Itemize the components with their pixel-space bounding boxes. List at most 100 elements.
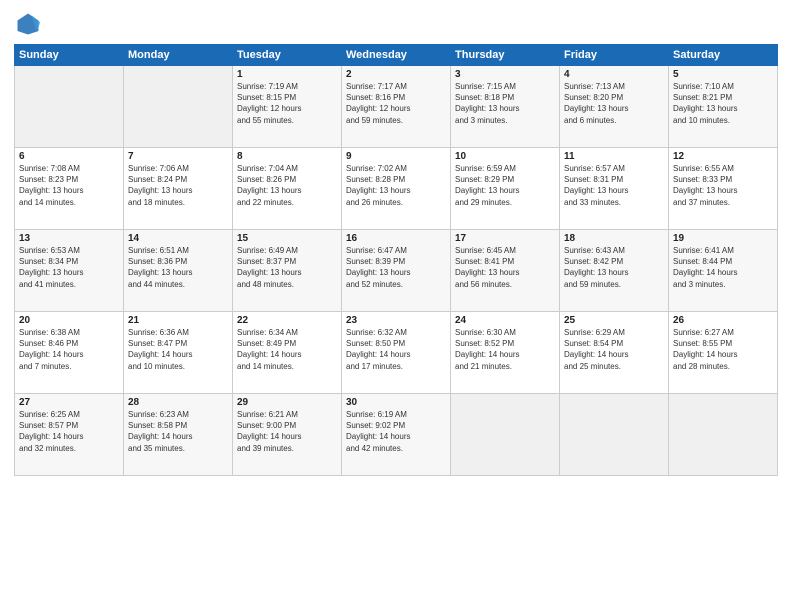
day-info: Sunrise: 6:23 AM Sunset: 8:58 PM Dayligh… xyxy=(128,409,228,454)
day-info: Sunrise: 6:57 AM Sunset: 8:31 PM Dayligh… xyxy=(564,163,664,208)
day-number: 18 xyxy=(564,233,664,244)
day-info: Sunrise: 6:27 AM Sunset: 8:55 PM Dayligh… xyxy=(673,327,773,372)
day-number: 15 xyxy=(237,233,337,244)
day-number: 5 xyxy=(673,69,773,80)
weekday-header-sunday: Sunday xyxy=(15,45,124,66)
day-number: 7 xyxy=(128,151,228,162)
day-number: 14 xyxy=(128,233,228,244)
day-number: 16 xyxy=(346,233,446,244)
calendar-cell: 16Sunrise: 6:47 AM Sunset: 8:39 PM Dayli… xyxy=(342,230,451,312)
calendar-cell: 8Sunrise: 7:04 AM Sunset: 8:26 PM Daylig… xyxy=(233,148,342,230)
day-info: Sunrise: 6:29 AM Sunset: 8:54 PM Dayligh… xyxy=(564,327,664,372)
weekday-header-row: SundayMondayTuesdayWednesdayThursdayFrid… xyxy=(15,45,778,66)
day-info: Sunrise: 7:10 AM Sunset: 8:21 PM Dayligh… xyxy=(673,81,773,126)
calendar-cell: 12Sunrise: 6:55 AM Sunset: 8:33 PM Dayli… xyxy=(669,148,778,230)
day-info: Sunrise: 7:06 AM Sunset: 8:24 PM Dayligh… xyxy=(128,163,228,208)
day-info: Sunrise: 7:15 AM Sunset: 8:18 PM Dayligh… xyxy=(455,81,555,126)
day-info: Sunrise: 6:49 AM Sunset: 8:37 PM Dayligh… xyxy=(237,245,337,290)
day-info: Sunrise: 6:41 AM Sunset: 8:44 PM Dayligh… xyxy=(673,245,773,290)
day-number: 27 xyxy=(19,397,119,408)
calendar-cell xyxy=(451,394,560,476)
day-number: 25 xyxy=(564,315,664,326)
calendar-cell: 18Sunrise: 6:43 AM Sunset: 8:42 PM Dayli… xyxy=(560,230,669,312)
day-info: Sunrise: 6:36 AM Sunset: 8:47 PM Dayligh… xyxy=(128,327,228,372)
day-info: Sunrise: 7:13 AM Sunset: 8:20 PM Dayligh… xyxy=(564,81,664,126)
calendar-cell xyxy=(669,394,778,476)
day-number: 3 xyxy=(455,69,555,80)
calendar-cell: 20Sunrise: 6:38 AM Sunset: 8:46 PM Dayli… xyxy=(15,312,124,394)
day-info: Sunrise: 6:19 AM Sunset: 9:02 PM Dayligh… xyxy=(346,409,446,454)
day-number: 10 xyxy=(455,151,555,162)
day-info: Sunrise: 6:55 AM Sunset: 8:33 PM Dayligh… xyxy=(673,163,773,208)
header xyxy=(14,10,778,38)
weekday-header-tuesday: Tuesday xyxy=(233,45,342,66)
day-info: Sunrise: 6:21 AM Sunset: 9:00 PM Dayligh… xyxy=(237,409,337,454)
calendar-cell: 5Sunrise: 7:10 AM Sunset: 8:21 PM Daylig… xyxy=(669,66,778,148)
day-info: Sunrise: 6:47 AM Sunset: 8:39 PM Dayligh… xyxy=(346,245,446,290)
calendar-cell: 1Sunrise: 7:19 AM Sunset: 8:15 PM Daylig… xyxy=(233,66,342,148)
day-number: 6 xyxy=(19,151,119,162)
calendar-cell: 23Sunrise: 6:32 AM Sunset: 8:50 PM Dayli… xyxy=(342,312,451,394)
calendar-cell: 21Sunrise: 6:36 AM Sunset: 8:47 PM Dayli… xyxy=(124,312,233,394)
day-info: Sunrise: 7:17 AM Sunset: 8:16 PM Dayligh… xyxy=(346,81,446,126)
weekday-header-thursday: Thursday xyxy=(451,45,560,66)
day-info: Sunrise: 6:34 AM Sunset: 8:49 PM Dayligh… xyxy=(237,327,337,372)
day-number: 19 xyxy=(673,233,773,244)
day-number: 23 xyxy=(346,315,446,326)
day-info: Sunrise: 6:32 AM Sunset: 8:50 PM Dayligh… xyxy=(346,327,446,372)
calendar-cell: 24Sunrise: 6:30 AM Sunset: 8:52 PM Dayli… xyxy=(451,312,560,394)
weekday-header-monday: Monday xyxy=(124,45,233,66)
calendar-cell: 22Sunrise: 6:34 AM Sunset: 8:49 PM Dayli… xyxy=(233,312,342,394)
day-info: Sunrise: 7:04 AM Sunset: 8:26 PM Dayligh… xyxy=(237,163,337,208)
day-number: 9 xyxy=(346,151,446,162)
weekday-header-friday: Friday xyxy=(560,45,669,66)
page: SundayMondayTuesdayWednesdayThursdayFrid… xyxy=(0,0,792,612)
day-number: 12 xyxy=(673,151,773,162)
weekday-header-saturday: Saturday xyxy=(669,45,778,66)
day-info: Sunrise: 7:19 AM Sunset: 8:15 PM Dayligh… xyxy=(237,81,337,126)
calendar-cell: 17Sunrise: 6:45 AM Sunset: 8:41 PM Dayli… xyxy=(451,230,560,312)
calendar-cell: 14Sunrise: 6:51 AM Sunset: 8:36 PM Dayli… xyxy=(124,230,233,312)
day-info: Sunrise: 6:51 AM Sunset: 8:36 PM Dayligh… xyxy=(128,245,228,290)
calendar-cell: 6Sunrise: 7:08 AM Sunset: 8:23 PM Daylig… xyxy=(15,148,124,230)
calendar-cell xyxy=(560,394,669,476)
calendar-cell: 4Sunrise: 7:13 AM Sunset: 8:20 PM Daylig… xyxy=(560,66,669,148)
calendar-cell: 10Sunrise: 6:59 AM Sunset: 8:29 PM Dayli… xyxy=(451,148,560,230)
day-number: 22 xyxy=(237,315,337,326)
calendar-cell xyxy=(124,66,233,148)
calendar-cell: 30Sunrise: 6:19 AM Sunset: 9:02 PM Dayli… xyxy=(342,394,451,476)
day-number: 13 xyxy=(19,233,119,244)
calendar-body: 1Sunrise: 7:19 AM Sunset: 8:15 PM Daylig… xyxy=(15,66,778,476)
calendar-header: SundayMondayTuesdayWednesdayThursdayFrid… xyxy=(15,45,778,66)
calendar-cell: 2Sunrise: 7:17 AM Sunset: 8:16 PM Daylig… xyxy=(342,66,451,148)
calendar-week-1: 1Sunrise: 7:19 AM Sunset: 8:15 PM Daylig… xyxy=(15,66,778,148)
day-info: Sunrise: 6:38 AM Sunset: 8:46 PM Dayligh… xyxy=(19,327,119,372)
day-info: Sunrise: 6:30 AM Sunset: 8:52 PM Dayligh… xyxy=(455,327,555,372)
day-number: 17 xyxy=(455,233,555,244)
day-info: Sunrise: 7:08 AM Sunset: 8:23 PM Dayligh… xyxy=(19,163,119,208)
calendar-table: SundayMondayTuesdayWednesdayThursdayFrid… xyxy=(14,44,778,476)
day-info: Sunrise: 6:59 AM Sunset: 8:29 PM Dayligh… xyxy=(455,163,555,208)
day-number: 21 xyxy=(128,315,228,326)
calendar-cell: 3Sunrise: 7:15 AM Sunset: 8:18 PM Daylig… xyxy=(451,66,560,148)
day-number: 26 xyxy=(673,315,773,326)
calendar-cell: 29Sunrise: 6:21 AM Sunset: 9:00 PM Dayli… xyxy=(233,394,342,476)
weekday-header-wednesday: Wednesday xyxy=(342,45,451,66)
calendar-cell: 7Sunrise: 7:06 AM Sunset: 8:24 PM Daylig… xyxy=(124,148,233,230)
day-number: 4 xyxy=(564,69,664,80)
day-info: Sunrise: 7:02 AM Sunset: 8:28 PM Dayligh… xyxy=(346,163,446,208)
day-number: 1 xyxy=(237,69,337,80)
calendar-cell: 9Sunrise: 7:02 AM Sunset: 8:28 PM Daylig… xyxy=(342,148,451,230)
day-number: 28 xyxy=(128,397,228,408)
day-info: Sunrise: 6:53 AM Sunset: 8:34 PM Dayligh… xyxy=(19,245,119,290)
calendar-cell: 27Sunrise: 6:25 AM Sunset: 8:57 PM Dayli… xyxy=(15,394,124,476)
calendar-cell: 15Sunrise: 6:49 AM Sunset: 8:37 PM Dayli… xyxy=(233,230,342,312)
calendar-week-2: 6Sunrise: 7:08 AM Sunset: 8:23 PM Daylig… xyxy=(15,148,778,230)
day-number: 30 xyxy=(346,397,446,408)
day-info: Sunrise: 6:43 AM Sunset: 8:42 PM Dayligh… xyxy=(564,245,664,290)
calendar-week-5: 27Sunrise: 6:25 AM Sunset: 8:57 PM Dayli… xyxy=(15,394,778,476)
calendar-week-4: 20Sunrise: 6:38 AM Sunset: 8:46 PM Dayli… xyxy=(15,312,778,394)
day-number: 2 xyxy=(346,69,446,80)
calendar-cell: 28Sunrise: 6:23 AM Sunset: 8:58 PM Dayli… xyxy=(124,394,233,476)
calendar-cell: 26Sunrise: 6:27 AM Sunset: 8:55 PM Dayli… xyxy=(669,312,778,394)
